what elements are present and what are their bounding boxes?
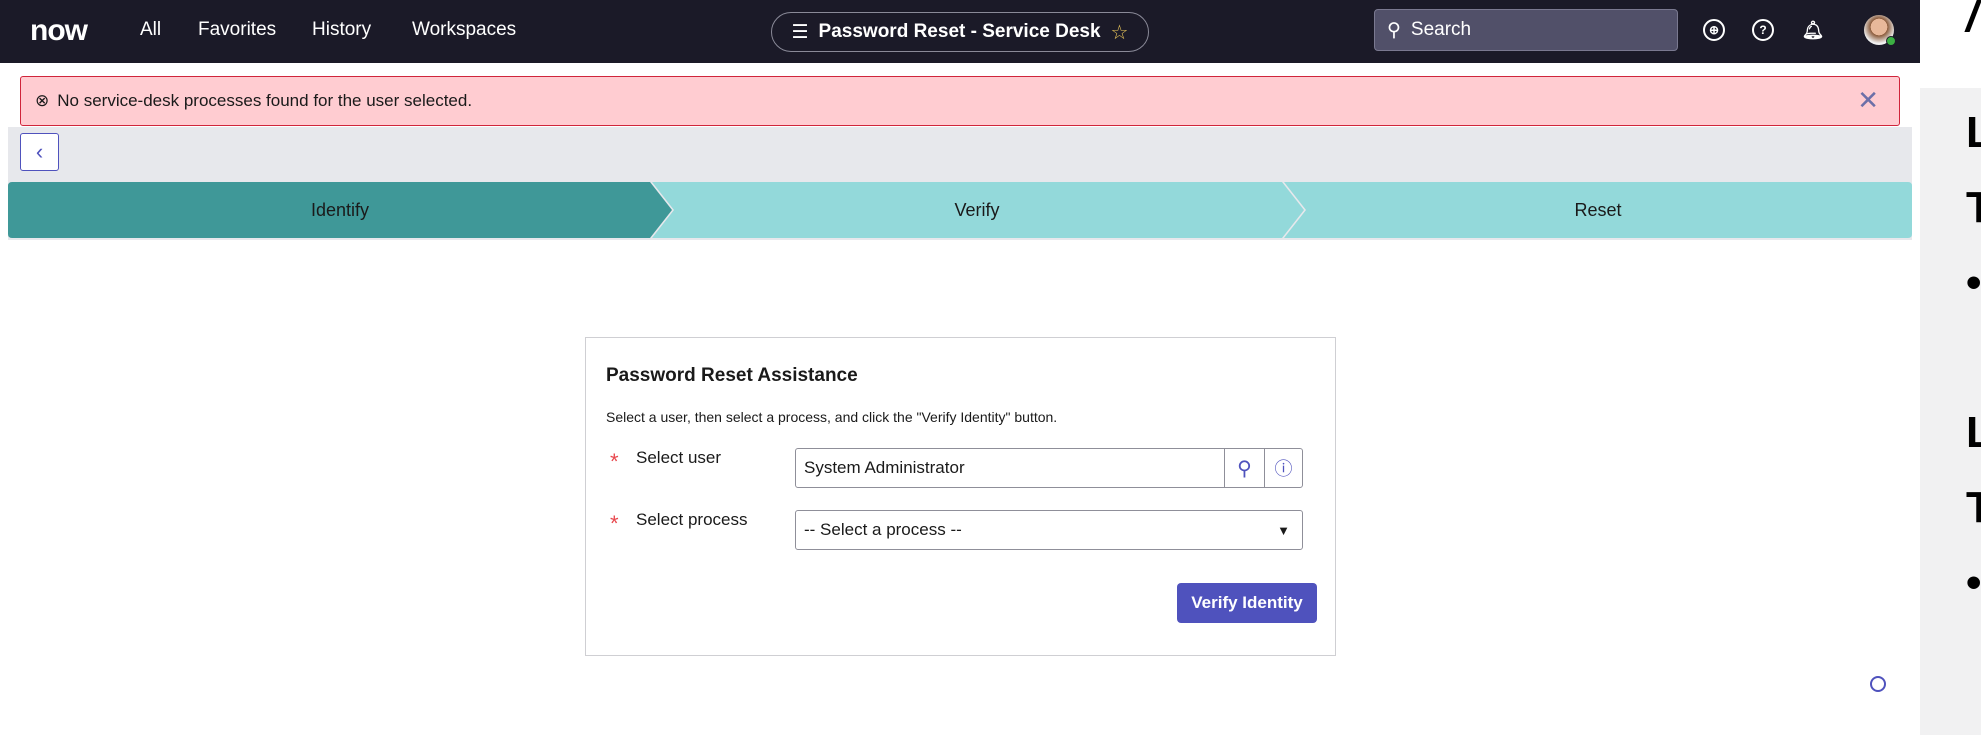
side-panel-glyph: • — [1966, 258, 1981, 307]
servicenow-logo[interactable]: now — [30, 14, 88, 48]
top-nav: now All Favorites History Workspaces ☰ P… — [0, 0, 1920, 63]
caret-down-icon: ▼ — [1277, 522, 1290, 538]
star-icon[interactable]: ☆ — [1111, 20, 1129, 45]
search-icon: ⚲ — [1387, 19, 1401, 41]
side-panel-glyph: L — [1966, 108, 1981, 157]
form-description: Select a user, then select a process, an… — [606, 409, 1058, 425]
error-icon: ⊗ — [35, 91, 50, 110]
required-icon: * — [610, 449, 619, 474]
process-selected-value: -- Select a process -- — [804, 520, 962, 539]
globe-icon[interactable]: ⊕ — [1703, 19, 1725, 41]
form-title: Password Reset Assistance — [606, 365, 858, 386]
avatar[interactable] — [1864, 15, 1896, 46]
close-icon[interactable]: ✕ — [1857, 85, 1879, 116]
error-alert: ⊗ No service-desk processes found for th… — [20, 76, 1900, 126]
alert-message: No service-desk processes found for the … — [57, 91, 473, 110]
verify-identity-button[interactable]: Verify Identity — [1177, 583, 1317, 623]
side-panel-glyph: / — [1966, 0, 1979, 41]
select-user-field: System Administrator ⚲ ⓘ — [795, 448, 1303, 488]
nav-favorites[interactable]: Favorites — [198, 19, 276, 41]
side-panel-glyph: L — [1966, 408, 1981, 457]
bell-icon[interactable]: 🔔︎ — [1802, 19, 1825, 41]
page-title-pill[interactable]: ☰ Password Reset - Service Desk ☆ — [771, 12, 1149, 52]
step-reset[interactable]: Reset — [1284, 182, 1912, 238]
timer-icon[interactable] — [1870, 676, 1886, 692]
nav-workspaces[interactable]: Workspaces — [412, 19, 516, 41]
search-placeholder: Search — [1410, 19, 1472, 40]
side-panel-glyph: • — [1966, 558, 1981, 607]
required-icon: * — [610, 511, 619, 536]
chevron-left-icon: ‹ — [35, 139, 44, 164]
step-identify[interactable]: Identify — [8, 182, 672, 238]
select-process-label: Select process — [636, 510, 748, 529]
select-user-label: Select user — [636, 448, 722, 467]
online-status-icon — [1886, 36, 1896, 46]
help-icon[interactable]: ? — [1752, 19, 1774, 41]
nav-all[interactable]: All — [140, 19, 161, 41]
info-icon[interactable]: ⓘ — [1264, 449, 1302, 487]
list-icon: ☰ — [791, 21, 809, 43]
password-reset-form: Password Reset Assistance Select a user,… — [585, 337, 1336, 656]
page-title: Password Reset - Service Desk — [818, 21, 1101, 42]
search-input[interactable]: ⚲ Search — [1374, 9, 1678, 51]
select-process-dropdown[interactable]: -- Select a process -- ▼ — [795, 510, 1303, 550]
nav-history[interactable]: History — [312, 19, 371, 41]
back-button[interactable]: ‹ — [20, 133, 59, 171]
step-verify[interactable]: Verify — [652, 182, 1302, 238]
progress-stepper: Identify Verify Reset — [8, 182, 1912, 238]
search-icon[interactable]: ⚲ — [1224, 449, 1264, 487]
side-panel-glyph: T — [1966, 483, 1981, 532]
user-input[interactable]: System Administrator — [796, 458, 1224, 478]
side-panel-glyph: T — [1966, 183, 1981, 232]
